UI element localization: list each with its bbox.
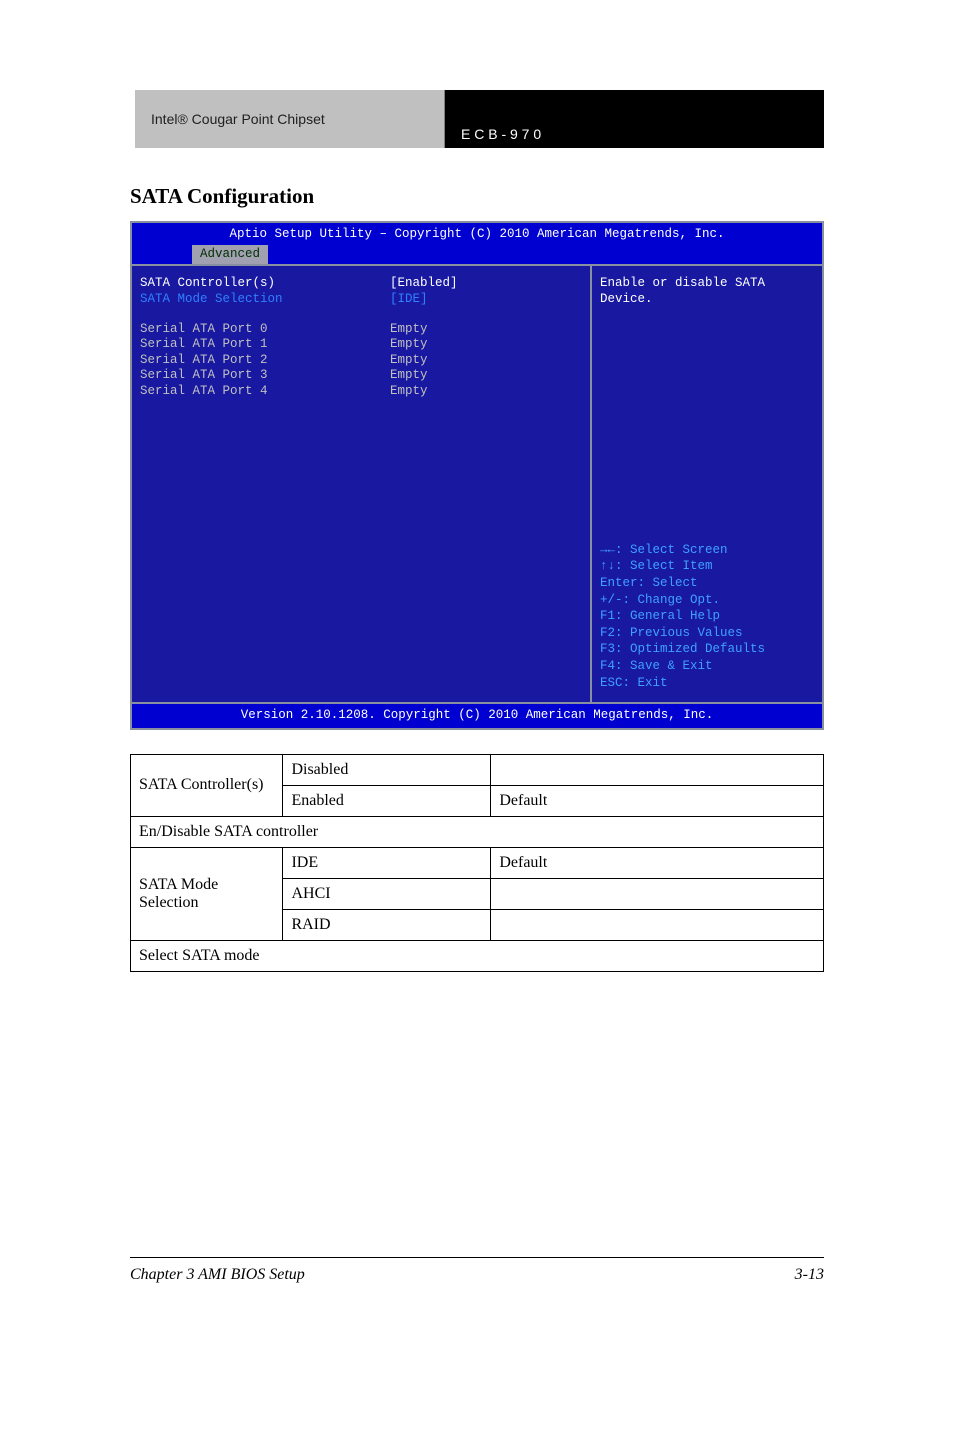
bios-port-row: Serial ATA Port 2Empty — [140, 353, 582, 369]
option-value: IDE — [283, 847, 491, 878]
table-row: SATA Mode SelectionIDEDefault — [131, 847, 824, 878]
option-name: SATA Mode Selection — [131, 847, 283, 940]
option-desc: Default — [491, 785, 824, 816]
bios-help-key: →←: Select Screen — [600, 543, 814, 559]
bios-port-label: Serial ATA Port 4 — [140, 384, 390, 400]
doc-header-left: Intel® Cougar Point Chipset — [135, 90, 445, 148]
bios-footer: Version 2.10.1208. Copyright (C) 2010 Am… — [130, 704, 824, 730]
bios-port-row: Serial ATA Port 3Empty — [140, 368, 582, 384]
section-heading: SATA Configuration — [130, 184, 954, 209]
table-row: SATA Controller(s)Disabled — [131, 754, 824, 785]
option-desc: Default — [491, 847, 824, 878]
option-value: Disabled — [283, 754, 491, 785]
bios-key-legend: →←: Select Screen↑↓: Select ItemEnter: S… — [600, 543, 814, 693]
bios-port-value: Empty — [390, 368, 428, 384]
bios-port-label: Serial ATA Port 2 — [140, 353, 390, 369]
bios-help-key: Enter: Select — [600, 576, 814, 592]
page-footer: Chapter 3 AMI BIOS Setup 3-13 — [0, 1257, 954, 1284]
option-name: SATA Controller(s) — [131, 754, 283, 816]
footer-right: 3-13 — [795, 1266, 824, 1284]
bios-screenshot: Aptio Setup Utility – Copyright (C) 2010… — [130, 221, 824, 730]
option-desc — [491, 754, 824, 785]
bios-port-label: Serial ATA Port 0 — [140, 322, 390, 338]
bios-help-key: F1: General Help — [600, 609, 814, 625]
bios-help-key: ESC: Exit — [600, 676, 814, 692]
bios-port-row: Serial ATA Port 0Empty — [140, 322, 582, 338]
options-table-wrap: SATA Controller(s)DisabledEnabledDefault… — [130, 754, 824, 972]
bios-help-panel: Enable or disable SATA Device. →←: Selec… — [592, 266, 822, 702]
bios-help-key: ↑↓: Select Item — [600, 559, 814, 575]
bios-port-value: Empty — [390, 353, 428, 369]
options-table: SATA Controller(s)DisabledEnabledDefault… — [130, 754, 824, 972]
bios-setting-label: SATA Controller(s) — [140, 276, 390, 292]
doc-header: Intel® Cougar Point Chipset E C B - 9 7 … — [135, 90, 824, 148]
option-row-desc: En/Disable SATA controller — [131, 816, 824, 847]
bios-port-row: Serial ATA Port 4Empty — [140, 384, 582, 400]
bios-setting-value: [Enabled] — [390, 276, 458, 292]
footer-left: Chapter 3 AMI BIOS Setup — [130, 1266, 305, 1284]
doc-header-right: E C B - 9 7 0 — [445, 90, 824, 148]
bios-help-key: F3: Optimized Defaults — [600, 642, 814, 658]
bios-port-label: Serial ATA Port 1 — [140, 337, 390, 353]
option-desc — [491, 909, 824, 940]
option-desc — [491, 878, 824, 909]
bios-help-key: F4: Save & Exit — [600, 659, 814, 675]
bios-tab-advanced[interactable]: Advanced — [192, 245, 268, 265]
table-row: En/Disable SATA controller — [131, 816, 824, 847]
option-value: AHCI — [283, 878, 491, 909]
bios-port-label: Serial ATA Port 3 — [140, 368, 390, 384]
option-value: RAID — [283, 909, 491, 940]
bios-help-key: F2: Previous Values — [600, 626, 814, 642]
table-row: Select SATA mode — [131, 940, 824, 971]
bios-port-value: Empty — [390, 322, 428, 338]
bios-title: Aptio Setup Utility – Copyright (C) 2010… — [130, 221, 824, 245]
bios-help-text: Enable or disable SATA Device. — [600, 276, 814, 307]
bios-port-value: Empty — [390, 337, 428, 353]
bios-setting-value: [IDE] — [390, 292, 428, 308]
bios-setting-row[interactable]: SATA Mode Selection[IDE] — [140, 292, 582, 308]
bios-port-row: Serial ATA Port 1Empty — [140, 337, 582, 353]
bios-port-value: Empty — [390, 384, 428, 400]
bios-help-key: +/-: Change Opt. — [600, 593, 814, 609]
option-value: Enabled — [283, 785, 491, 816]
bios-main-panel: SATA Controller(s)[Enabled]SATA Mode Sel… — [132, 266, 592, 702]
bios-setting-row[interactable]: SATA Controller(s)[Enabled] — [140, 276, 582, 292]
bios-setting-label: SATA Mode Selection — [140, 292, 390, 308]
bios-tabbar: Advanced — [130, 245, 824, 265]
option-row-desc: Select SATA mode — [131, 940, 824, 971]
